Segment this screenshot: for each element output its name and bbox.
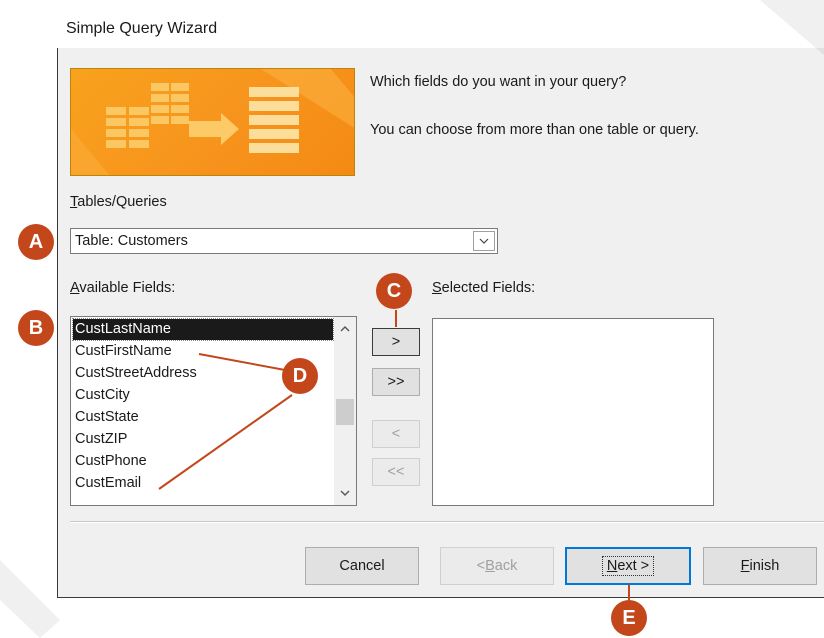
callout-c: C (376, 273, 412, 309)
list-scrollbar[interactable] (334, 317, 356, 505)
tables-queries-value: Table: Customers (75, 233, 188, 249)
remove-all-fields-button[interactable]: << (372, 458, 420, 486)
back-button[interactable]: < Back (440, 547, 554, 585)
callout-b: B (18, 310, 54, 346)
cancel-button[interactable]: Cancel (305, 547, 419, 585)
wizard-note: You can choose from more than one table … (370, 122, 699, 138)
list-item[interactable]: CustLastName (72, 318, 334, 341)
remove-field-button[interactable]: < (372, 420, 420, 448)
selected-fields-list[interactable] (432, 318, 714, 506)
list-item[interactable]: CustStreetAddress (73, 363, 197, 384)
next-button[interactable]: Next > (565, 547, 691, 585)
selected-fields-label: Selected Fields: (432, 280, 536, 296)
list-item[interactable]: CustState (73, 407, 139, 428)
finish-button[interactable]: Finish (703, 547, 817, 585)
available-fields-list[interactable]: CustLastName CustFirstName CustStreetAddre… (70, 316, 357, 506)
scroll-up-icon[interactable] (339, 323, 351, 335)
chevron-down-icon (479, 238, 489, 244)
scroll-thumb[interactable] (336, 399, 354, 425)
wizard-question: Which fields do you want in your query? (370, 74, 627, 90)
add-all-fields-button[interactable]: >> (372, 368, 420, 396)
scroll-down-icon[interactable] (339, 487, 351, 499)
callout-a: A (18, 224, 54, 260)
list-item[interactable]: CustPhone (73, 451, 147, 472)
list-item[interactable]: CustFirstName (73, 341, 172, 362)
list-item[interactable]: CustEmail (73, 473, 141, 494)
wizard-banner-image (70, 68, 355, 176)
callout-e: E (611, 600, 647, 636)
dialog-title: Simple Query Wizard (66, 20, 218, 37)
list-item[interactable]: CustZIP (73, 429, 127, 450)
dropdown-button[interactable] (473, 231, 495, 251)
available-fields-label: Available Fields: (70, 280, 176, 296)
callout-d: D (282, 358, 318, 394)
tables-queries-label: Tables/Queries (70, 194, 167, 210)
list-item[interactable]: CustCity (73, 385, 130, 406)
table-to-query-icon (71, 69, 354, 175)
footer-divider-highlight (70, 522, 824, 523)
add-field-button[interactable]: > (372, 328, 420, 356)
tables-queries-combobox[interactable]: Table: Customers (70, 228, 498, 254)
